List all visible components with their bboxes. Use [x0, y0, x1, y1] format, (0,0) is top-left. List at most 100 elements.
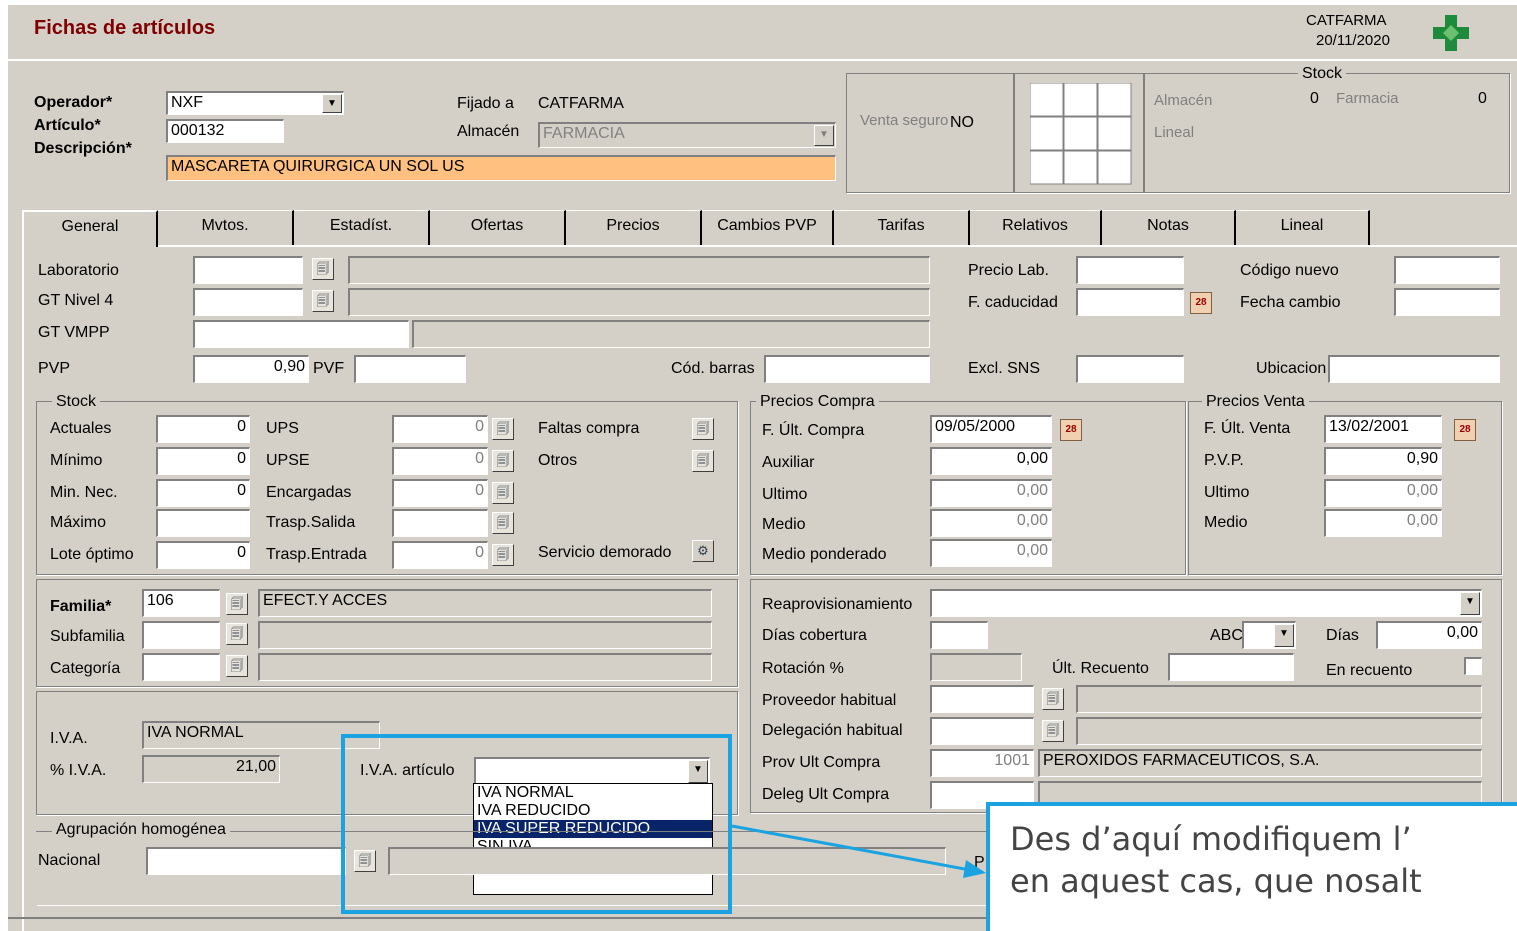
f-ult-compra-input[interactable]: 09/05/2000	[930, 415, 1052, 443]
ult-recuento-input[interactable]	[1168, 653, 1294, 681]
almacen-value: FARMACIA	[543, 125, 625, 142]
ups-input[interactable]: 0	[392, 415, 488, 443]
lookup-icon[interactable]: 🗐	[226, 655, 248, 677]
medio-ponderado-input[interactable]: 0,00	[930, 539, 1052, 567]
ultimo-venta-label: Ultimo	[1204, 484, 1250, 501]
articulo-input[interactable]: 000132	[166, 119, 284, 143]
gt-nivel4-input[interactable]	[193, 288, 303, 316]
dias-input[interactable]: 0,00	[1376, 621, 1482, 649]
ultimo-compra-input[interactable]: 0,00	[930, 479, 1052, 507]
lookup-icon[interactable]: 🗐	[1042, 720, 1064, 742]
codigo-nuevo-input[interactable]	[1394, 256, 1500, 284]
almacen-select[interactable]: FARMACIA ▼	[538, 122, 836, 148]
cod-barras-input[interactable]	[764, 355, 930, 383]
lote-optimo-input[interactable]: 0	[156, 541, 250, 569]
nacional-input[interactable]	[146, 847, 346, 875]
reaprovisionamiento-label: Reaprovisionamiento	[762, 596, 913, 613]
operador-select[interactable]: NXF ▼	[166, 91, 344, 115]
gt-vmpp-input[interactable]	[193, 320, 409, 348]
proveedor-habitual-label: Proveedor habitual	[762, 692, 897, 709]
categoria-input[interactable]	[142, 653, 220, 681]
lookup-icon[interactable]: 🗐	[492, 544, 514, 566]
chevron-down-icon[interactable]: ▼	[814, 125, 834, 146]
precio-lab-input[interactable]	[1076, 256, 1184, 284]
f-ult-venta-input[interactable]: 13/02/2001	[1324, 415, 1442, 443]
rotacion-value	[930, 653, 1022, 681]
lookup-icon[interactable]: 🗐	[226, 623, 248, 645]
pct-iva-label: % I.V.A.	[50, 762, 107, 779]
tab-notas[interactable]: Notas	[1102, 210, 1236, 245]
minimo-input[interactable]: 0	[156, 447, 250, 475]
medio-compra-input[interactable]: 0,00	[930, 509, 1052, 537]
auxiliar-input[interactable]: 0,00	[930, 447, 1052, 475]
fecha-cambio-input[interactable]	[1394, 288, 1500, 316]
laboratorio-input[interactable]	[193, 256, 303, 284]
auxiliar-label: Auxiliar	[762, 454, 815, 471]
lookup-icon[interactable]: 🗐	[492, 418, 514, 440]
maximo-input[interactable]	[156, 509, 250, 537]
dias-cobertura-input[interactable]	[930, 621, 988, 649]
prov-ult-compra-desc: PEROXIDOS FARMACEUTICOS, S.A.	[1038, 749, 1482, 777]
tab-precios[interactable]: Precios	[566, 210, 702, 245]
lookup-icon[interactable]: 🗐	[312, 290, 334, 312]
subfamilia-input[interactable]	[142, 621, 220, 649]
chevron-down-icon[interactable]: ▼	[1460, 592, 1480, 615]
laboratorio-label: Laboratorio	[38, 262, 119, 279]
medio-venta-label: Medio	[1204, 514, 1248, 531]
prov-ult-compra-label: Prov Ult Compra	[762, 754, 881, 771]
iva-label: I.V.A.	[50, 730, 88, 747]
tab-general[interactable]: General	[22, 210, 158, 247]
tab-lineal[interactable]: Lineal	[1236, 210, 1370, 245]
gear-icon[interactable]: ⚙	[692, 540, 714, 562]
lookup-icon[interactable]: 🗐	[492, 512, 514, 534]
familia-input[interactable]: 106	[142, 589, 220, 617]
lote-optimo-label: Lote óptimo	[50, 546, 134, 563]
ultimo-venta-input[interactable]: 0,00	[1324, 479, 1442, 507]
delegacion-habitual-input[interactable]	[930, 717, 1034, 745]
trasp-salida-input[interactable]	[392, 509, 488, 537]
tab-estadist[interactable]: Estadíst.	[294, 210, 430, 245]
excl-sns-input[interactable]	[1076, 355, 1184, 383]
minimo-label: Mínimo	[50, 452, 103, 469]
f-ult-compra-label: F. Últ. Compra	[762, 422, 865, 439]
lookup-icon[interactable]: 🗐	[492, 450, 514, 472]
en-recuento-checkbox[interactable]	[1464, 657, 1482, 675]
calendar-icon[interactable]: 28	[1190, 292, 1212, 314]
chevron-down-icon[interactable]: ▼	[1274, 624, 1294, 647]
tab-relativos[interactable]: Relativos	[970, 210, 1102, 245]
prov-ult-compra-input[interactable]: 1001	[930, 749, 1034, 777]
calendar-icon[interactable]: 28	[1060, 419, 1082, 441]
lookup-icon[interactable]: 🗐	[312, 258, 334, 280]
medio-venta-input[interactable]: 0,00	[1324, 509, 1442, 537]
title-bar: Fichas de artículos CATFARMA 20/11/2020	[8, 5, 1517, 61]
chevron-down-icon[interactable]: ▼	[322, 94, 342, 113]
f-caducidad-input[interactable]	[1076, 288, 1184, 316]
trasp-entrada-input[interactable]: 0	[392, 541, 488, 569]
lookup-icon[interactable]: 🗐	[492, 482, 514, 504]
pvf-label: PVF	[313, 360, 345, 377]
tab-cambios-pvp[interactable]: Cambios PVP	[702, 210, 834, 245]
tab-tarifas[interactable]: Tarifas	[834, 210, 970, 245]
calendar-icon[interactable]: 28	[1454, 419, 1476, 441]
upse-input[interactable]: 0	[392, 447, 488, 475]
actuales-input[interactable]: 0	[156, 415, 250, 443]
pvp-venta-input[interactable]: 0,90	[1324, 447, 1442, 475]
lookup-icon[interactable]: 🗐	[692, 418, 714, 440]
lookup-icon[interactable]: 🗐	[1042, 688, 1064, 710]
encargadas-input[interactable]: 0	[392, 479, 488, 507]
tab-ofertas[interactable]: Ofertas	[430, 210, 566, 245]
descripcion-input[interactable]: MASCARETA QUIRURGICA UN SOL US	[166, 155, 836, 181]
reaprovisionamiento-select[interactable]: ▼	[930, 589, 1482, 617]
abc-select[interactable]: ▼	[1242, 621, 1296, 649]
tab-mvtos[interactable]: Mvtos.	[158, 210, 294, 245]
almacen-stock-value: 0	[1310, 90, 1319, 107]
pvp-input[interactable]: 0,90	[193, 355, 309, 383]
tab-panel-border	[158, 245, 1517, 247]
lookup-icon[interactable]: 🗐	[226, 593, 248, 615]
min-nec-input[interactable]: 0	[156, 479, 250, 507]
pvf-input[interactable]	[354, 355, 466, 383]
trasp-salida-label: Trasp.Salida	[266, 514, 356, 531]
proveedor-habitual-input[interactable]	[930, 685, 1034, 713]
lookup-icon[interactable]: 🗐	[692, 450, 714, 472]
ubicacion-input[interactable]	[1328, 355, 1500, 383]
